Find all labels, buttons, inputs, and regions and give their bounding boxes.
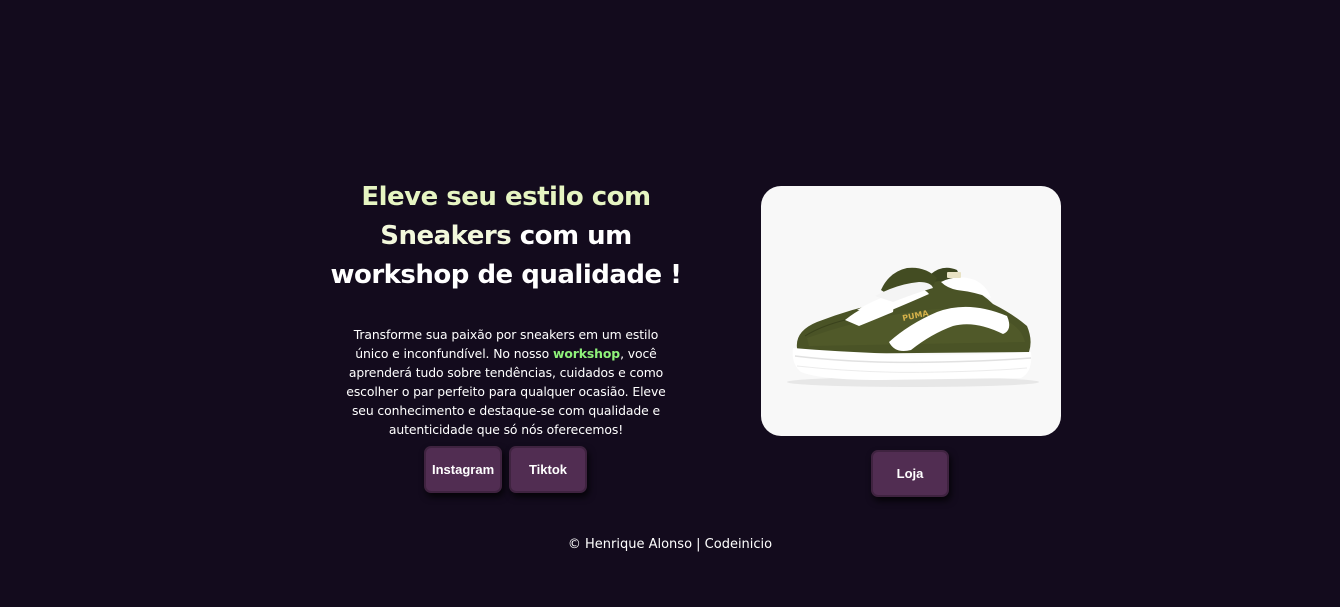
tiktok-button[interactable]: Tiktok bbox=[509, 446, 587, 493]
hero-section: Eleve seu estilo com Sneakers com um wor… bbox=[330, 178, 682, 439]
headline-text: com um bbox=[511, 221, 633, 251]
product-image-card: PUMA bbox=[761, 186, 1061, 436]
instagram-button[interactable]: Instagram bbox=[424, 446, 502, 493]
social-buttons: Instagram Tiktok bbox=[424, 446, 587, 493]
description-highlight: workshop bbox=[552, 346, 621, 361]
headline-text-end: workshop de qualidade ! bbox=[330, 260, 682, 290]
hero-description: Transforme sua paixão por sneakers em um… bbox=[336, 325, 676, 439]
headline-accent-line: Eleve seu estilo com bbox=[361, 182, 651, 212]
landing-page: Eleve seu estilo com Sneakers com um wor… bbox=[0, 0, 1340, 607]
shop-button[interactable]: Loja bbox=[871, 450, 949, 497]
headline-accent-word: Sneakers bbox=[380, 221, 512, 251]
hero-headline: Eleve seu estilo com Sneakers com um wor… bbox=[330, 178, 682, 295]
footer-credit: © Henrique Alonso | Codeinicio bbox=[567, 537, 773, 552]
sneaker-image: PUMA bbox=[787, 267, 1039, 387]
